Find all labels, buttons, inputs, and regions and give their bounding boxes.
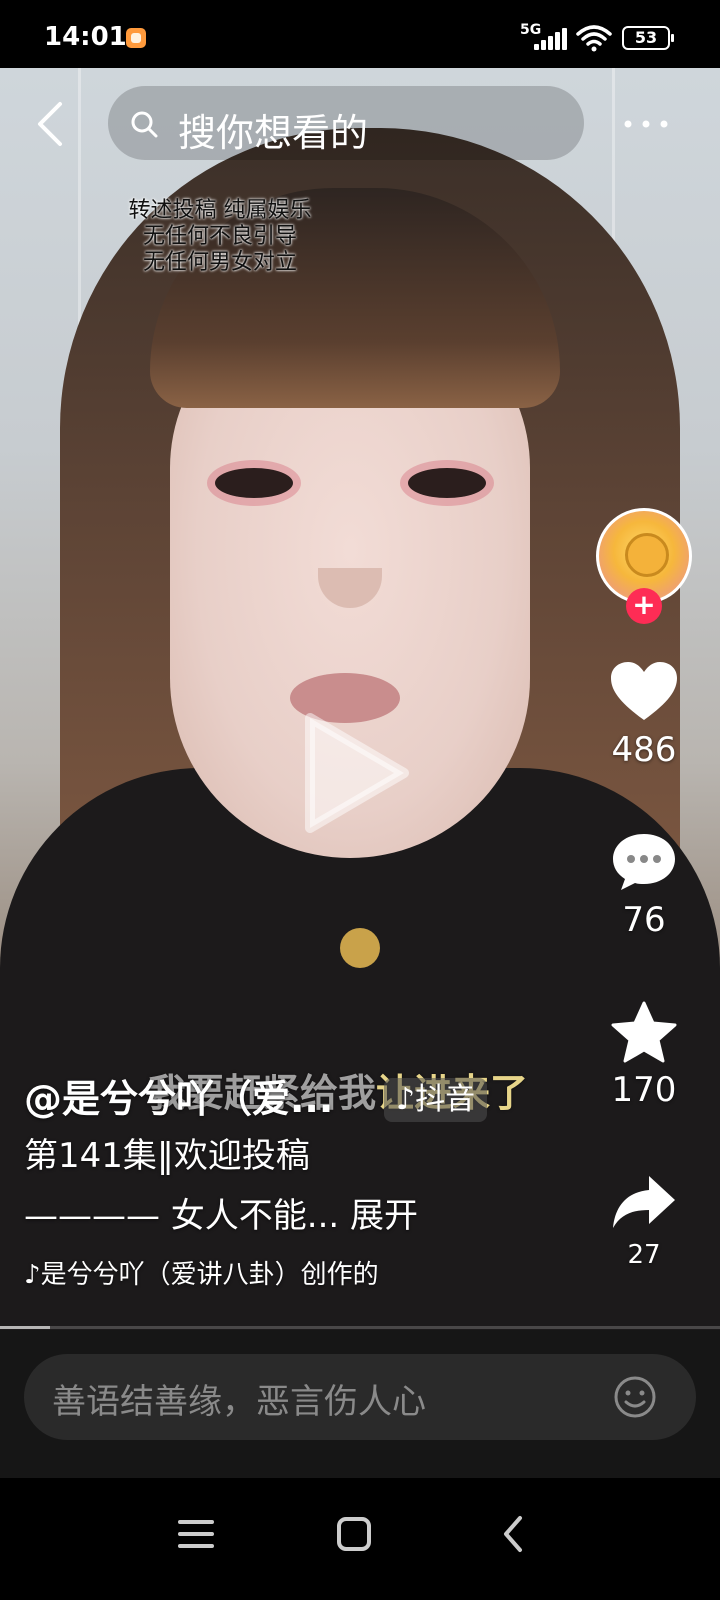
comment-button[interactable]: 76 — [596, 830, 692, 940]
video-subject-eye — [215, 468, 293, 498]
necklace-pendant — [340, 928, 380, 968]
search-bar[interactable]: 搜你想看的 — [108, 86, 584, 160]
battery-indicator: 53 — [622, 26, 674, 50]
notification-icon — [126, 28, 146, 48]
signal-icon — [534, 28, 568, 50]
favorite-button[interactable]: 170 — [596, 1000, 692, 1110]
subtitle-line: 无任何男女对立 — [142, 250, 297, 275]
douyin-watermark: ♪抖音 — [384, 1078, 488, 1122]
sunflower-face — [625, 533, 669, 577]
emoji-icon[interactable] — [612, 1374, 658, 1420]
subtitle-line: 转述投稿 纯属娱乐 — [128, 198, 312, 223]
video-top-subtitle: 转述投稿 纯属娱乐 无任何不良引导 无任何男女对立 — [100, 198, 340, 276]
like-button[interactable]: 486 — [596, 660, 692, 770]
heart-icon — [611, 662, 677, 720]
search-placeholder: 搜你想看的 — [178, 111, 369, 155]
video-subject-eye — [408, 468, 486, 498]
video-caption: @是兮兮吖（爱... 第141集‖欢迎投稿 ———— 女人不能... 展开 ♪是… — [24, 1068, 584, 1291]
comment-count: 76 — [622, 900, 666, 940]
caption-line-1: 第141集‖欢迎投稿 — [24, 1136, 310, 1176]
top-bar: 搜你想看的 — [0, 68, 720, 178]
menu-icon[interactable] — [166, 1504, 226, 1564]
progress-fill — [0, 1326, 51, 1329]
status-bar: 14:01 5G 53 — [0, 0, 720, 68]
comment-area: 善语结善缘，恶言伤人心 — [0, 1330, 720, 1478]
search-icon — [131, 111, 158, 138]
music-info[interactable]: ♪是兮兮吖（爱讲八卦）创作的 — [24, 1254, 434, 1291]
follow-button[interactable]: + — [626, 588, 662, 624]
back-icon[interactable] — [484, 1504, 544, 1564]
play-icon[interactable] — [296, 708, 416, 838]
back-arrow-icon[interactable] — [24, 96, 80, 152]
like-count: 486 — [611, 730, 677, 770]
wifi-icon — [576, 25, 612, 52]
star-icon — [611, 1001, 677, 1063]
more-icon[interactable] — [616, 104, 676, 144]
author-name[interactable]: @是兮兮吖（爱... — [24, 1068, 584, 1124]
comment-placeholder: 善语结善缘，恶言伤人心 — [52, 1382, 426, 1422]
caption-line-2[interactable]: ———— 女人不能... 展开 — [24, 1188, 584, 1244]
share-count: 27 — [627, 1240, 661, 1270]
share-button[interactable]: 27 — [596, 1170, 692, 1270]
system-nav-bar — [0, 1478, 720, 1600]
favorite-count: 170 — [611, 1070, 677, 1110]
comment-input[interactable]: 善语结善缘，恶言伤人心 — [24, 1354, 696, 1440]
comment-icon — [613, 834, 675, 890]
home-icon[interactable] — [324, 1504, 384, 1564]
share-icon — [613, 1176, 675, 1228]
subtitle-line: 无任何不良引导 — [142, 224, 297, 249]
status-time: 14:01 — [44, 22, 127, 52]
video-progress-bar[interactable] — [0, 1326, 720, 1329]
